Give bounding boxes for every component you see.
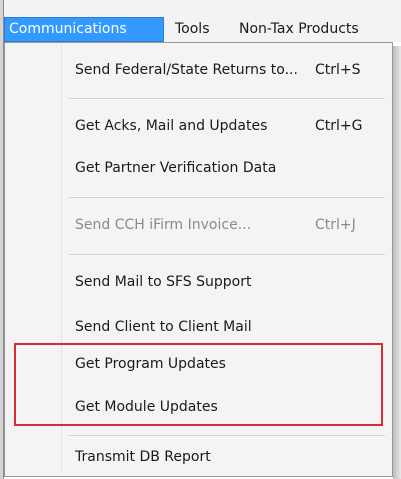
menu-item-label: Get Module Updates [75, 399, 218, 415]
menu-item-label: Transmit DB Report [75, 449, 211, 465]
menu-item-shortcut: Ctrl+S [315, 62, 361, 78]
menu-item-send-cch-ifirm-invoice: Send CCH iFirm Invoice... Ctrl+J [5, 206, 392, 246]
menubar-tools[interactable]: Tools [175, 17, 225, 42]
menu-item-get-partner-verification-data[interactable]: Get Partner Verification Data [5, 149, 392, 189]
menu-item-label: Send Client to Client Mail [75, 319, 252, 335]
menu-item-label: Send CCH iFirm Invoice... [75, 217, 252, 233]
menu-separator [69, 98, 385, 99]
menu-separator [69, 254, 385, 255]
menu-separator [69, 197, 385, 198]
menu-item-label: Get Acks, Mail and Updates [75, 118, 268, 134]
menu-item-get-program-updates[interactable]: Get Program Updates [5, 345, 392, 385]
menu-item-shortcut: Ctrl+J [315, 217, 356, 233]
menubar-communications[interactable]: Communications [4, 17, 164, 42]
menu-item-label: Send Mail to SFS Support [75, 274, 252, 290]
menu-item-send-mail-sfs-support[interactable]: Send Mail to SFS Support [5, 263, 392, 303]
menu-item-get-acks-mail-updates[interactable]: Get Acks, Mail and Updates Ctrl+G [5, 107, 392, 147]
menu-item-send-client-to-client-mail[interactable]: Send Client to Client Mail [5, 308, 392, 348]
menu-item-label: Send Federal/State Returns to... [75, 62, 298, 78]
menu-item-get-module-updates[interactable]: Get Module Updates [5, 388, 392, 428]
menu-separator [69, 435, 385, 436]
menu-item-send-federal-state-returns[interactable]: Send Federal/State Returns to... Ctrl+S [5, 51, 392, 91]
menu-item-label: Get Partner Verification Data [75, 160, 277, 176]
menu-item-label: Get Program Updates [75, 356, 226, 372]
menu-item-transmit-db-report[interactable]: Transmit DB Report [5, 438, 392, 478]
dropdown-shadow [393, 46, 401, 479]
menu-bar: Communications Tools Non-Tax Products [4, 0, 401, 42]
menu-item-shortcut: Ctrl+G [315, 118, 363, 134]
communications-dropdown-menu: Send Federal/State Returns to... Ctrl+S … [4, 42, 393, 477]
menubar-non-tax-products[interactable]: Non-Tax Products [239, 17, 389, 42]
